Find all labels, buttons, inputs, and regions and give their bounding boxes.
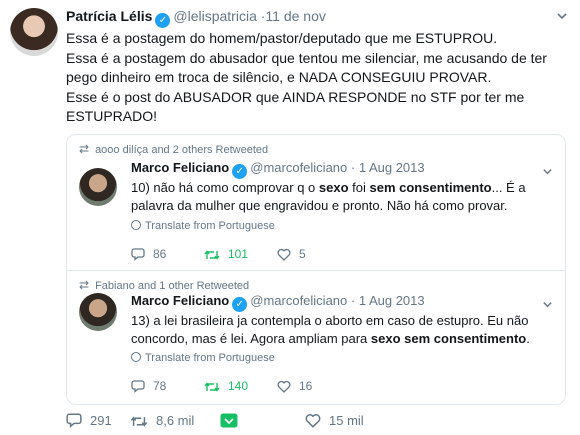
reply-icon: [131, 247, 145, 264]
quoted-actions: 86 101 5: [131, 247, 350, 263]
like-button[interactable]: 15 mil: [305, 413, 385, 431]
reply-button[interactable]: 78: [131, 379, 204, 396]
caret-down-icon[interactable]: [542, 297, 553, 308]
tweet: Patrícia Lélis ✓ @lelispatricia ·11 de nov…: [0, 0, 580, 435]
tweet-time[interactable]: · 1 Aug 2013: [351, 293, 425, 308]
retweet-button[interactable]: 8,6 mil: [130, 413, 220, 431]
like-count: 16: [299, 379, 313, 393]
globe-icon: [131, 352, 141, 362]
like-button[interactable]: 5: [277, 247, 350, 264]
tweet-line: Essa é a postagem do homem/pastor/deputa…: [66, 30, 498, 46]
author-handle[interactable]: @marcofeliciano: [250, 160, 347, 175]
verified-icon: ✓: [232, 297, 248, 312]
retweet-icon: ⇄: [79, 278, 90, 292]
avatar[interactable]: [10, 8, 58, 56]
retweet-icon: [204, 249, 220, 264]
avatar[interactable]: [79, 293, 117, 331]
retweet-button[interactable]: 140: [204, 379, 277, 396]
retweet-button[interactable]: 101: [204, 247, 277, 264]
quoted-text: 13) a lei brasileira ja contempla o abor…: [131, 312, 551, 348]
like-icon: [277, 380, 291, 396]
translate-link[interactable]: Translate from Portuguese: [131, 352, 275, 364]
globe-icon: [131, 220, 141, 230]
retweet-count: 101: [228, 247, 249, 261]
tweet-actions: 291 8,6 mil 15 mil: [66, 412, 385, 432]
avatar[interactable]: [79, 168, 117, 206]
like-count: 5: [299, 247, 306, 261]
quoted-text: 10) não há como comprovar q o sexo foi s…: [131, 179, 551, 215]
tweet-line: Essa é a postagem do abusador que tentou…: [66, 49, 547, 86]
bold-segment: sem consentimento: [369, 180, 492, 195]
reply-button[interactable]: 291: [66, 412, 130, 431]
retweet-context: ⇄ Fabiano and 1 other Retweeted: [79, 278, 249, 292]
retweet-context-text[interactable]: aooo dilíça and 2 others Retweeted: [95, 144, 268, 156]
like-icon: [277, 248, 291, 264]
translate-label: Translate from Portuguese: [145, 352, 275, 364]
quoted-header: Marco Feliciano ✓ @marcofeliciano · 1 Aug …: [131, 160, 425, 179]
tweet-time[interactable]: · 1 Aug 2013: [351, 160, 425, 175]
quoted-actions: 78 140 16: [131, 379, 350, 395]
caret-down-icon[interactable]: [542, 164, 553, 175]
quoted-header: Marco Feliciano ✓ @marcofeliciano · 1 Aug …: [131, 293, 425, 312]
translate-label: Translate from Portuguese: [145, 220, 275, 232]
like-icon: [305, 413, 321, 431]
caret-down-icon[interactable]: [556, 10, 568, 22]
bold-segment: sexo: [318, 180, 349, 195]
like-count: 15 mil: [329, 413, 364, 428]
author-handle[interactable]: @marcofeliciano: [250, 293, 347, 308]
reply-icon: [66, 412, 82, 431]
tweet-text: Essa é a postagem do homem/pastor/deputa…: [66, 29, 566, 127]
dm-button[interactable]: [220, 413, 305, 431]
bold-segment: sexo sem consentimento: [370, 331, 527, 346]
translate-link[interactable]: Translate from Portuguese: [131, 220, 275, 232]
retweet-count: 8,6 mil: [156, 413, 195, 428]
text-segment: foi: [348, 180, 370, 195]
dm-icon: [220, 413, 238, 431]
author-handle[interactable]: @lelispatricia: [173, 8, 256, 24]
reply-icon: [131, 379, 145, 396]
retweet-context-text[interactable]: Fabiano and 1 other Retweeted: [95, 280, 249, 292]
retweet-count: 140: [228, 379, 249, 393]
quoted-tweet[interactable]: ⇄ aooo dilíça and 2 others Retweeted Marc…: [66, 134, 566, 271]
reply-count: 78: [153, 379, 167, 393]
author-name[interactable]: Patrícia Lélis: [66, 8, 152, 24]
verified-icon: ✓: [155, 13, 171, 28]
reply-count: 86: [153, 247, 167, 261]
text-segment: 10) não há como comprovar q o: [131, 180, 319, 195]
retweet-icon: [130, 415, 148, 431]
retweet-icon: [204, 381, 220, 396]
reply-count: 291: [90, 413, 112, 428]
reply-button[interactable]: 86: [131, 247, 204, 264]
tweet-time[interactable]: ·11 de nov: [261, 8, 326, 24]
retweet-context: ⇄ aooo dilíça and 2 others Retweeted: [79, 142, 268, 156]
tweet-header: Patrícia Lélis ✓ @lelispatricia ·11 de nov: [66, 8, 570, 28]
verified-icon: ✓: [232, 164, 248, 179]
text-segment: .: [526, 331, 530, 346]
tweet-line: Esse é o post do ABUSADOR que AINDA RESP…: [66, 88, 525, 125]
like-button[interactable]: 16: [277, 379, 350, 396]
author-name[interactable]: Marco Feliciano: [131, 160, 229, 175]
author-name[interactable]: Marco Feliciano: [131, 293, 229, 308]
quoted-tweet[interactable]: ⇄ Fabiano and 1 other Retweeted Marco Fel…: [66, 270, 566, 405]
retweet-icon: ⇄: [79, 142, 90, 156]
